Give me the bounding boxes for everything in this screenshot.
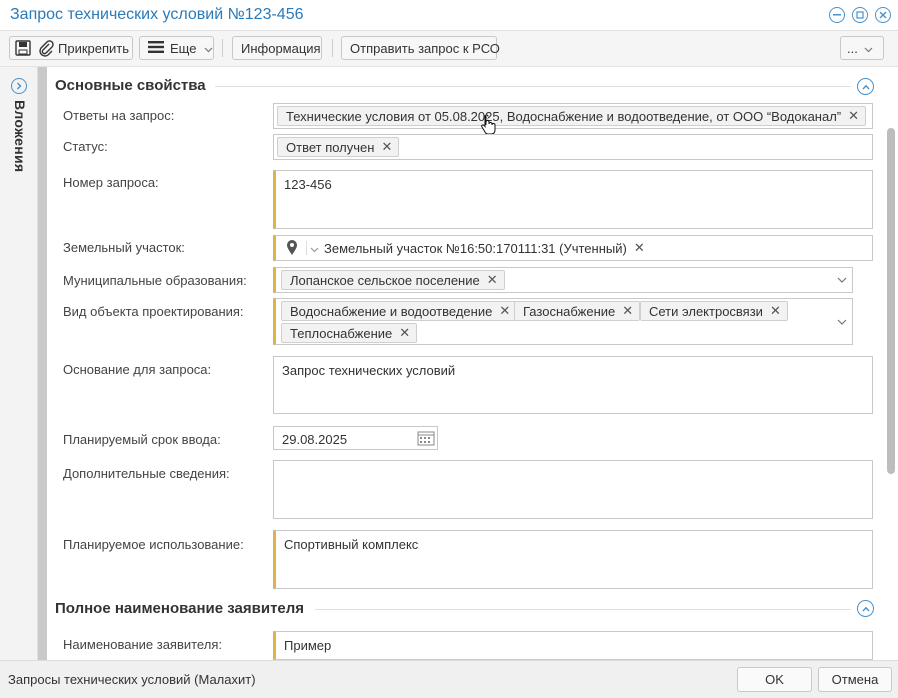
chevron-down-icon bbox=[864, 41, 873, 56]
map-pin-icon[interactable] bbox=[286, 240, 298, 259]
land-plot-tag-text: Земельный участок №16:50:170111:31 (Учте… bbox=[324, 240, 627, 256]
close-icon[interactable] bbox=[875, 7, 891, 23]
info-button[interactable]: Информация bbox=[232, 36, 322, 60]
more-label: Еще bbox=[170, 40, 197, 56]
planned-usage-value: Спортивный комплекс bbox=[284, 537, 419, 552]
extra-info-label: Дополнительные сведения: bbox=[63, 466, 230, 481]
chevron-down-icon[interactable] bbox=[306, 241, 320, 255]
land-plot-field[interactable]: Земельный участок №16:50:170111:31 (Учте… bbox=[273, 235, 873, 261]
object-type-tag-text: Водоснабжение и водоотведение bbox=[290, 303, 493, 319]
chevron-down-icon[interactable] bbox=[837, 275, 847, 287]
municipal-label: Муниципальные образования: bbox=[63, 273, 247, 288]
basis-value: Запрос технических условий bbox=[282, 363, 456, 378]
maximize-icon[interactable] bbox=[852, 7, 868, 23]
remove-tag-icon[interactable]: ✕ bbox=[770, 303, 781, 319]
basis-label: Основание для запроса: bbox=[63, 362, 212, 377]
status-label: Статус: bbox=[63, 139, 108, 154]
status-field[interactable]: Ответ получен ✕ bbox=[273, 134, 873, 160]
paperclip-icon bbox=[38, 39, 54, 57]
basis-field[interactable]: Запрос технических условий bbox=[273, 356, 873, 414]
remove-tag-icon[interactable]: ✕ bbox=[848, 108, 859, 124]
request-number-field[interactable]: 123-456 bbox=[273, 170, 873, 229]
ok-button[interactable]: OK bbox=[737, 667, 812, 692]
land-plot-tag[interactable]: Земельный участок №16:50:170111:31 (Учте… bbox=[322, 238, 651, 258]
object-type-tag[interactable]: Водоснабжение и водоотведение ✕ bbox=[281, 301, 518, 321]
answers-tag-text: Технические условия от 05.08.2025, Водос… bbox=[286, 108, 842, 124]
object-type-tag-text: Теплоснабжение bbox=[290, 325, 393, 341]
object-type-tag[interactable]: Теплоснабжение ✕ bbox=[281, 323, 418, 343]
collapse-icon[interactable] bbox=[857, 600, 874, 617]
remove-tag-icon[interactable]: ✕ bbox=[399, 325, 410, 341]
extra-info-field[interactable] bbox=[273, 460, 873, 519]
toolbar: Прикрепить Еще Информация Отправить запр… bbox=[0, 31, 898, 67]
section-applicant-title: Полное наименование заявителя bbox=[55, 600, 305, 617]
chevron-down-icon bbox=[204, 41, 213, 56]
minimize-icon[interactable] bbox=[829, 7, 845, 23]
section-main-title: Основные свойства bbox=[55, 77, 206, 94]
attach-button[interactable]: Прикрепить bbox=[9, 36, 133, 60]
request-number-value: 123-456 bbox=[284, 177, 332, 192]
window-title: Запрос технических условий №123-456 bbox=[10, 6, 304, 23]
expand-attachments-icon[interactable] bbox=[11, 78, 27, 94]
overflow-label: ... bbox=[847, 40, 858, 56]
planned-date-value: 29.08.2025 bbox=[282, 432, 348, 447]
planned-date-field[interactable]: 29.08.2025 bbox=[273, 426, 438, 450]
applicant-name-label: Наименование заявителя: bbox=[63, 637, 222, 652]
scrollbar-thumb[interactable] bbox=[887, 128, 895, 474]
object-type-tag[interactable]: Сети электросвязи ✕ bbox=[640, 301, 788, 321]
applicant-name-field[interactable]: Пример bbox=[273, 631, 873, 660]
object-type-tag[interactable]: Газоснабжение ✕ bbox=[514, 301, 641, 321]
chevron-down-icon[interactable] bbox=[837, 317, 847, 329]
remove-tag-icon[interactable]: ✕ bbox=[499, 303, 510, 319]
object-type-label: Вид объекта проектирования: bbox=[63, 304, 244, 319]
remove-tag-icon[interactable]: ✕ bbox=[634, 240, 645, 256]
municipal-field[interactable]: Лопанское сельское поселение ✕ bbox=[273, 267, 853, 293]
attachments-tab[interactable]: Вложения bbox=[12, 100, 28, 172]
menu-icon bbox=[148, 40, 164, 56]
section-divider bbox=[215, 86, 851, 87]
toolbar-divider bbox=[332, 39, 333, 57]
answers-field[interactable]: Технические условия от 05.08.2025, Водос… bbox=[273, 103, 873, 129]
status-bar: Запросы технических условий (Малахит) OK… bbox=[0, 660, 898, 698]
attach-label: Прикрепить bbox=[58, 40, 130, 56]
remove-tag-icon[interactable]: ✕ bbox=[381, 139, 392, 155]
calendar-icon[interactable] bbox=[417, 430, 435, 449]
footer-text: Запросы технических условий (Малахит) bbox=[8, 672, 256, 687]
more-button[interactable]: Еще bbox=[139, 36, 214, 60]
municipal-tag[interactable]: Лопанское сельское поселение ✕ bbox=[281, 270, 505, 290]
send-to-rso-button[interactable]: Отправить запрос к РСО bbox=[341, 36, 500, 60]
status-tag-text: Ответ получен bbox=[286, 139, 375, 155]
planned-usage-field[interactable]: Спортивный комплекс bbox=[273, 530, 873, 589]
request-number-label: Номер запроса: bbox=[63, 175, 159, 190]
applicant-name-value: Пример bbox=[284, 638, 332, 653]
object-type-tag-text: Газоснабжение bbox=[523, 303, 616, 319]
object-type-tag-text: Сети электросвязи bbox=[649, 303, 763, 319]
title-bar: Запрос технических условий №123-456 bbox=[0, 0, 898, 31]
collapse-icon[interactable] bbox=[857, 78, 874, 95]
object-type-field[interactable]: Водоснабжение и водоотведение ✕ Газоснаб… bbox=[273, 298, 853, 345]
panel-splitter[interactable] bbox=[38, 67, 47, 660]
cancel-button[interactable]: Отмена bbox=[818, 667, 892, 692]
answers-tag[interactable]: Технические условия от 05.08.2025, Водос… bbox=[277, 106, 867, 126]
planned-date-label: Планируемый срок ввода: bbox=[63, 432, 221, 447]
overflow-menu-button[interactable]: ... bbox=[840, 36, 884, 60]
section-divider bbox=[315, 609, 851, 610]
remove-tag-icon[interactable]: ✕ bbox=[622, 303, 633, 319]
save-icon[interactable] bbox=[14, 39, 32, 57]
remove-tag-icon[interactable]: ✕ bbox=[487, 272, 498, 288]
answers-label: Ответы на запрос: bbox=[63, 108, 175, 123]
toolbar-divider bbox=[222, 39, 223, 57]
land-plot-label: Земельный участок: bbox=[63, 240, 185, 255]
planned-usage-label: Планируемое использование: bbox=[63, 537, 244, 552]
municipal-tag-text: Лопанское сельское поселение bbox=[290, 272, 480, 288]
status-tag[interactable]: Ответ получен ✕ bbox=[277, 137, 400, 157]
